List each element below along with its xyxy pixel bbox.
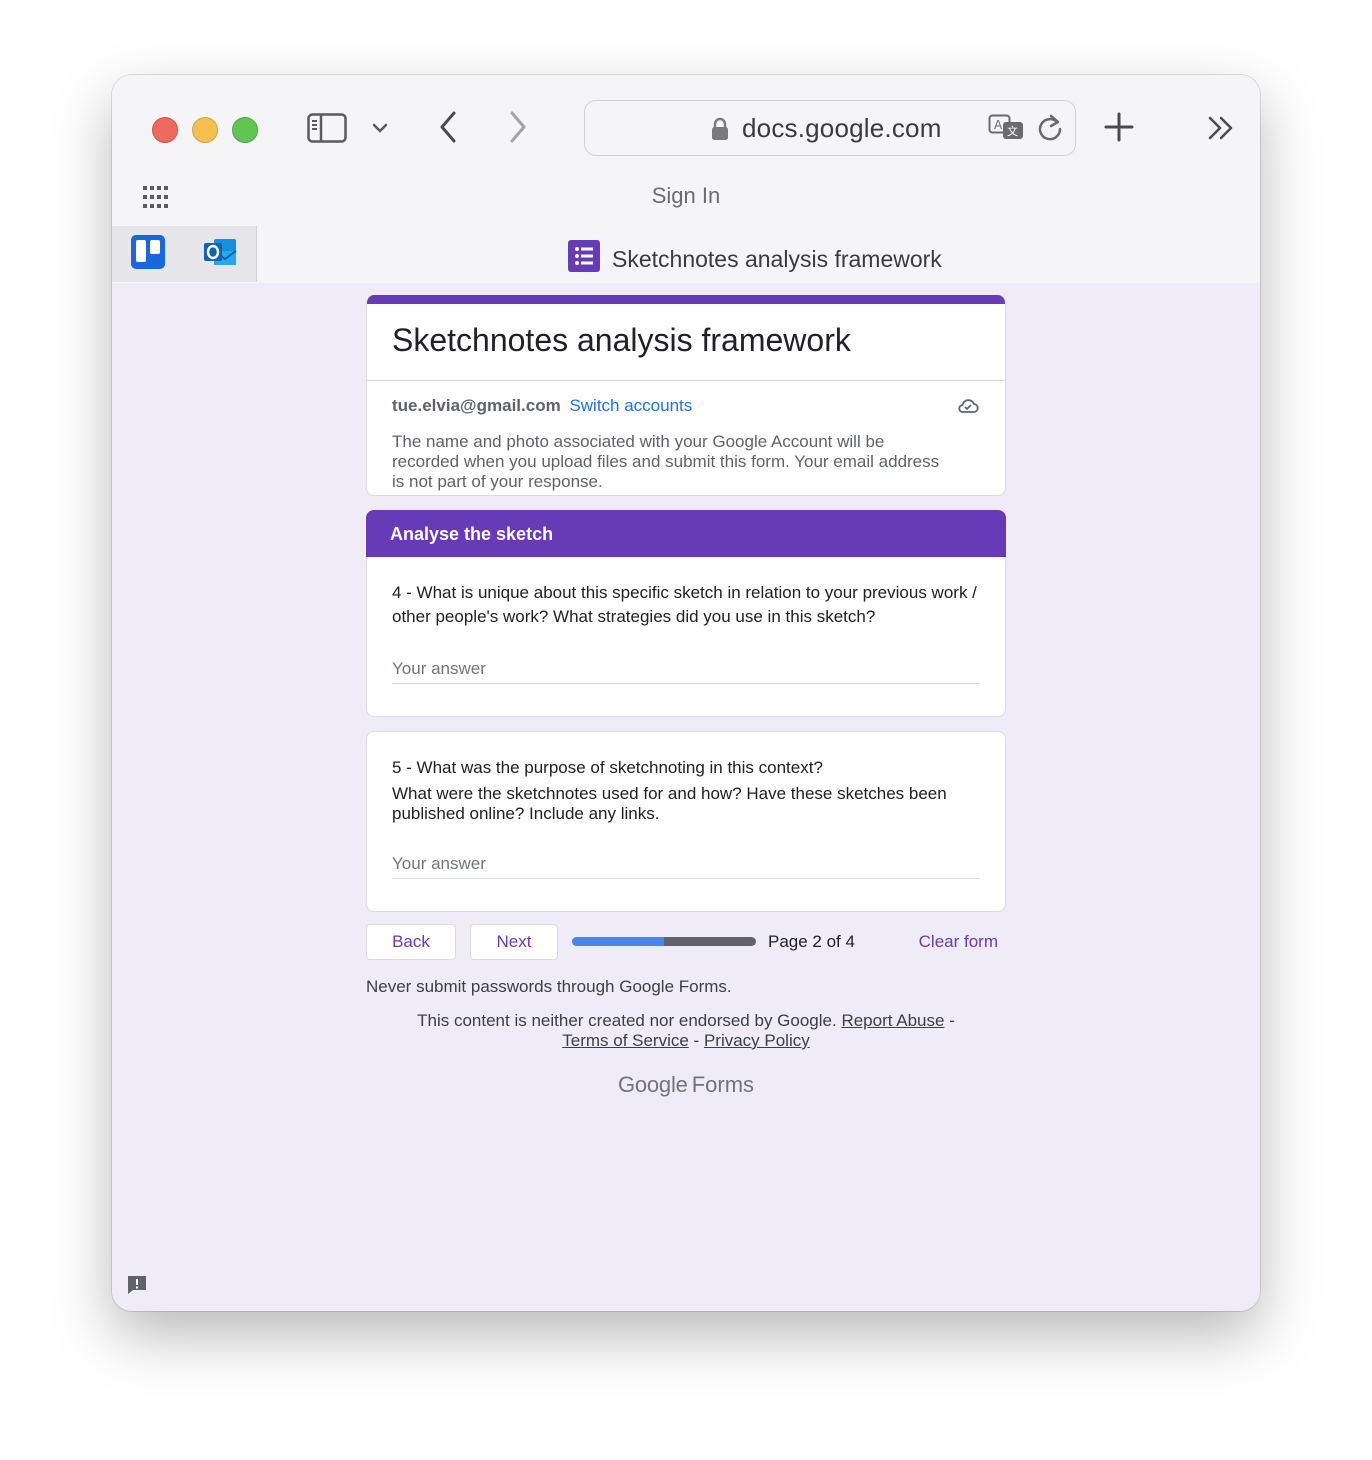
- lock-icon: [711, 117, 729, 146]
- outlook-icon: [202, 235, 238, 274]
- svg-text:文: 文: [1007, 124, 1018, 138]
- url-text: docs.google.com: [742, 113, 942, 143]
- minimize-window-button[interactable]: [192, 117, 218, 143]
- address-bar[interactable]: docs.google.com A文: [584, 100, 1076, 156]
- password-warning: Never submit passwords through Google Fo…: [366, 977, 732, 996]
- page-indicator: Page 2 of 4: [768, 932, 855, 951]
- form-title: Sketchnotes analysis framework: [367, 304, 1005, 381]
- form-header-card: Sketchnotes analysis framework tue.elvia…: [366, 295, 1006, 496]
- trello-icon: [131, 234, 165, 274]
- tab-bar: Sketchnotes analysis framework: [112, 226, 1260, 283]
- section-header: Analyse the sketch: [366, 510, 1006, 557]
- form-page: Sketchnotes analysis framework tue.elvia…: [112, 283, 1260, 1311]
- active-tab[interactable]: Sketchnotes analysis framework: [568, 240, 942, 278]
- page-heading: Sign In: [651, 183, 721, 208]
- question-card: 4 - What is unique about this specific s…: [366, 557, 1006, 717]
- logo-google-text: Google: [617, 1072, 688, 1097]
- browser-toolbar: docs.google.com A文 Sign In Sketchnotes a…: [112, 75, 1260, 284]
- form-navigation: Back Next Page 2 of 4 Clear form: [366, 924, 1006, 964]
- google-forms-icon: [568, 240, 600, 278]
- form-accent-bar: [367, 295, 1005, 304]
- forward-arrow-icon[interactable]: [504, 109, 532, 145]
- separator: -: [688, 1031, 704, 1050]
- close-window-button[interactable]: [152, 117, 178, 143]
- logo-forms-text: Forms: [691, 1072, 755, 1097]
- tab-title-text: Sketchnotes analysis framework: [612, 245, 942, 272]
- answer-input[interactable]: Your answer: [392, 659, 980, 684]
- account-email: tue.elvia@gmail.com: [392, 396, 561, 415]
- answer-input[interactable]: Your answer: [392, 854, 980, 879]
- switch-accounts-link[interactable]: Switch accounts: [569, 396, 692, 415]
- question-text: 4 - What is unique about this specific s…: [392, 583, 977, 626]
- terms-of-service-link[interactable]: Terms of Service: [562, 1031, 689, 1050]
- separator: -: [949, 1011, 955, 1030]
- account-notice: The name and photo associated with your …: [392, 432, 940, 491]
- pinned-tab-outlook[interactable]: [184, 226, 257, 282]
- chevron-down-icon[interactable]: [370, 115, 390, 141]
- cloud-saved-icon[interactable]: [957, 398, 979, 419]
- google-forms-logo[interactable]: Google Forms: [112, 1072, 1260, 1098]
- pinned-tab-trello[interactable]: [112, 226, 185, 282]
- clear-form-button[interactable]: Clear form: [919, 932, 998, 952]
- reload-icon[interactable]: [1037, 114, 1063, 147]
- question-description: What were the sketchnotes used for and h…: [392, 784, 947, 823]
- disclaimer-text: This content is neither created nor endo…: [417, 1011, 837, 1030]
- more-chevrons-icon[interactable]: [1206, 113, 1236, 143]
- svg-text:A: A: [994, 118, 1003, 132]
- question-text: 5 - What was the purpose of sketchnoting…: [392, 758, 823, 777]
- disclaimer: This content is neither created nor endo…: [366, 1011, 1006, 1051]
- question-card: 5 - What was the purpose of sketchnoting…: [366, 731, 1006, 912]
- back-arrow-icon[interactable]: [434, 109, 462, 145]
- new-tab-icon[interactable]: [1102, 109, 1136, 145]
- next-button[interactable]: Next: [470, 924, 558, 960]
- privacy-policy-link[interactable]: Privacy Policy: [704, 1031, 810, 1050]
- browser-window: docs.google.com A文 Sign In Sketchnotes a…: [112, 75, 1260, 1311]
- back-button[interactable]: Back: [366, 924, 456, 960]
- feedback-icon[interactable]: [126, 1274, 148, 1301]
- zoom-window-button[interactable]: [232, 117, 258, 143]
- report-abuse-link[interactable]: Report Abuse: [841, 1011, 944, 1030]
- progress-bar: [572, 937, 756, 946]
- progress-fill: [572, 937, 664, 946]
- account-row: tue.elvia@gmail.com Switch accounts: [392, 396, 692, 416]
- sidebar-toggle-icon[interactable]: [306, 111, 348, 145]
- translate-icon[interactable]: A文: [988, 114, 1026, 147]
